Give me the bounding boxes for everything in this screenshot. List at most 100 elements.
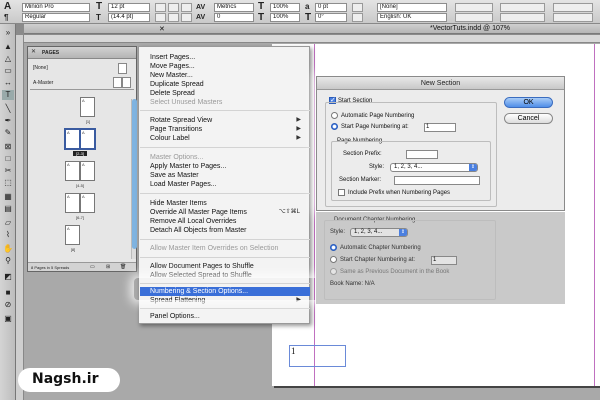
pages-panel-header[interactable]: ✕ PAGES [28,47,136,59]
language-select[interactable]: English: UK [377,13,447,22]
menu-item-move-pages[interactable]: Move Pages... [150,62,195,71]
gradient-swatch-tool-icon[interactable]: ▦ [2,192,14,202]
font-family-field[interactable]: Minion Pro [22,3,90,12]
start-page-field[interactable]: 1 [424,123,456,132]
horizontal-ruler[interactable] [24,35,600,43]
character-style-select[interactable]: [None] [377,3,447,12]
close-icon[interactable]: ✕ [159,25,165,33]
page-thumbnail[interactable]: A [80,193,95,213]
horizontal-scale-field[interactable]: 100% [270,13,300,22]
ok-button[interactable]: OK [504,97,553,108]
menu-item-page-transitions[interactable]: Page Transitions [150,125,202,134]
page-thumbnail[interactable]: A [65,225,80,245]
pages-panel-scrollbar[interactable] [131,99,137,259]
small-caps-button[interactable] [168,3,179,12]
none-master-thumbnail[interactable] [118,63,127,74]
tracking-field[interactable]: 0 [214,13,254,22]
close-icon[interactable]: ✕ [31,48,36,55]
menu-item-spread-flattening[interactable]: Spread Flattening [150,296,205,305]
apply-none-icon[interactable]: ⊘ [2,300,14,310]
indent-field[interactable] [500,3,545,12]
strikethrough-button[interactable] [181,13,192,22]
auto-page-numbering-radio[interactable] [331,112,338,119]
superscript-button[interactable] [155,13,166,22]
vertical-ruler[interactable] [16,35,24,400]
section-prefix-field[interactable] [406,150,438,159]
page-thumbnail[interactable]: A [65,193,80,213]
menu-item-allow-spread-shuffle[interactable]: Allow Selected Spread to Shuffle [150,271,252,280]
font-style-field[interactable]: Regular [22,13,90,22]
a-master-label[interactable]: A-Master [33,80,53,86]
page-thumbnail-selected[interactable]: A [79,128,96,150]
menu-item-duplicate-spread[interactable]: Duplicate Spread [150,80,204,89]
gutter-field[interactable] [553,13,593,22]
skew-field[interactable]: 0° [315,13,347,22]
pencil-tool-icon[interactable]: ✎ [2,128,14,138]
menu-item-panel-options[interactable]: Panel Options... [150,312,200,321]
space-before-field[interactable] [500,13,545,22]
leading-field[interactable]: (14.4 pt) [108,13,150,22]
menu-item-rotate-spread-view[interactable]: Rotate Spread View [150,116,212,125]
line-tool-icon[interactable]: ╲ [2,104,14,114]
page-tool-icon[interactable]: ▭ [2,66,14,76]
paragraph-mode-icon[interactable]: ¶ [4,13,8,23]
free-transform-tool-icon[interactable]: ⬚ [2,178,14,188]
menu-item-override-all[interactable]: Override All Master Page Items [150,208,247,217]
menu-item-load-master-pages[interactable]: Load Master Pages... [150,180,217,189]
character-mode-icon[interactable]: A [4,2,11,12]
selection-tool-icon[interactable]: ▲ [2,42,14,52]
menu-item-apply-master[interactable]: Apply Master to Pages... [150,162,226,171]
font-size-field[interactable]: 12 pt [108,3,150,12]
page-thumbnail[interactable]: A [80,97,95,117]
vertical-scale-field[interactable]: 100% [270,3,300,12]
menu-item-insert-pages[interactable]: Insert Pages... [150,53,195,62]
menu-item-detach-all-objects[interactable]: Detach All Objects from Master [150,226,246,235]
cancel-button[interactable]: Cancel [504,113,553,124]
kerning-field[interactable]: Metrics [214,3,254,12]
a-master-thumbnail-right[interactable] [122,77,131,88]
columns-field[interactable] [553,3,593,12]
eyedropper-tool-icon[interactable]: ⌇ [2,230,14,240]
fill-stroke-icon[interactable]: ◩ [2,272,14,282]
menu-item-allow-document-shuffle[interactable]: Allow Document Pages to Shuffle [150,262,254,271]
apply-color-icon[interactable]: ■ [2,288,14,298]
rectangle-frame-tool-icon[interactable]: ⊠ [2,142,14,152]
type-tool-icon[interactable]: T [2,90,14,100]
view-mode-icon[interactable]: ▣ [2,314,14,324]
align-left-button[interactable] [455,3,493,12]
underline-button[interactable] [181,3,192,12]
zoom-tool-icon[interactable]: ⚲ [2,256,14,266]
scissors-tool-icon[interactable]: ✂ [2,166,14,176]
gap-tool-icon[interactable]: ↔ [2,78,14,88]
start-chapter-numbering-radio[interactable] [330,256,337,263]
auto-chapter-numbering-radio[interactable] [330,244,337,251]
rectangle-tool-icon[interactable]: □ [2,154,14,164]
include-prefix-checkbox[interactable] [338,189,345,196]
pen-tool-icon[interactable]: ✒ [2,116,14,126]
scrollbar-thumb[interactable] [132,99,137,249]
note-tool-icon[interactable]: ▱ [2,218,14,228]
hand-tool-icon[interactable]: ✋ [2,244,14,254]
all-caps-button[interactable] [155,3,166,12]
page-thumbnail[interactable]: A [65,161,80,181]
align-center-button[interactable] [455,13,493,22]
menu-item-delete-spread[interactable]: Delete Spread [150,89,195,98]
gradient-feather-tool-icon[interactable]: ▤ [2,204,14,214]
edit-page-size-icon[interactable]: ▭ [90,264,95,270]
subscript-button[interactable] [168,13,179,22]
text-frame[interactable] [289,345,346,367]
style-select[interactable]: 1, 2, 3, 4... ⇕ [390,163,478,172]
new-page-icon[interactable]: ⊞ [106,264,110,270]
page-thumbnail-selected[interactable]: A [64,128,81,150]
menu-item-remove-local-overrides[interactable]: Remove All Local Overrides [150,217,236,226]
a-master-thumbnail-left[interactable] [113,77,122,88]
start-chapter-field[interactable]: 1 [431,256,457,265]
menu-item-new-master[interactable]: New Master... [150,71,193,80]
chapter-style-select[interactable]: 1, 2, 3, 4... ⇕ [350,228,408,237]
collapse-icon[interactable]: » [2,28,14,38]
baseline-shift-field[interactable]: 0 pt [315,3,347,12]
none-master-label[interactable]: [None] [33,65,48,71]
section-marker-field[interactable] [394,176,480,185]
menu-item-numbering-section-options[interactable]: Numbering & Section Options... [140,287,310,296]
menu-item-colour-label[interactable]: Colour Label [150,134,190,143]
